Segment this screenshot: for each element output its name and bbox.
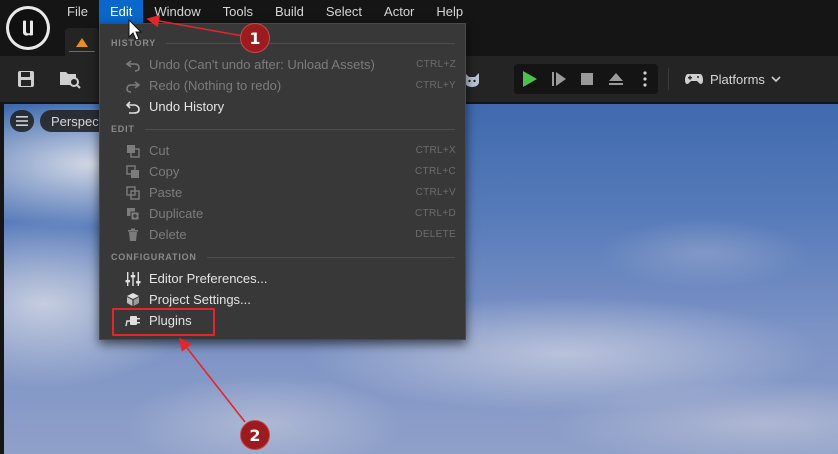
configuration-section-header: CONFIGURATION (111, 251, 455, 263)
platforms-button[interactable]: Platforms (676, 64, 781, 94)
step-forward-icon (551, 72, 566, 86)
edit-section-label: EDIT (111, 124, 135, 134)
shortcut-label: CTRL+C (415, 166, 456, 177)
stop-button[interactable] (575, 64, 601, 94)
menu-item-label: Duplicate (149, 206, 204, 221)
play-options-button[interactable] (632, 64, 658, 94)
menu-select[interactable]: Select (315, 0, 373, 23)
viewport-options-button[interactable] (10, 110, 34, 132)
more-options-icon (643, 71, 647, 87)
menu-item-cut[interactable]: Cut CTRL+X (100, 140, 465, 161)
shortcut-label: CTRL+Y (415, 80, 456, 91)
menu-item-redo[interactable]: Redo (Nothing to redo) CTRL+Y (100, 75, 465, 96)
menu-help[interactable]: Help (425, 0, 474, 23)
edit-section-header: EDIT (111, 123, 455, 135)
menu-item-copy[interactable]: Copy CTRL+C (100, 161, 465, 182)
menu-item-label: Project Settings... (149, 292, 251, 307)
menu-tools[interactable]: Tools (212, 0, 264, 23)
save-button[interactable] (12, 64, 40, 94)
edit-menu-dropdown: HISTORY Undo (Can't undo after: Unload A… (99, 23, 466, 340)
menu-item-label: Copy (149, 164, 180, 179)
shortcut-label: CTRL+Z (416, 59, 456, 70)
chevron-down-icon (771, 76, 781, 83)
copy-icon (125, 164, 141, 180)
menu-build[interactable]: Build (264, 0, 315, 23)
duplicate-icon (125, 206, 141, 222)
gamepad-icon (685, 74, 703, 84)
menu-item-label: Editor Preferences... (149, 271, 268, 286)
folder-search-icon (60, 72, 81, 89)
section-divider (206, 256, 455, 258)
play-controls (514, 64, 658, 94)
redo-icon (125, 78, 141, 94)
project-settings-icon (125, 292, 141, 308)
shortcut-label: DELETE (415, 229, 456, 240)
shortcut-label: CTRL+V (415, 187, 456, 198)
unreal-logo-icon[interactable] (6, 6, 50, 50)
eject-button[interactable] (603, 64, 629, 94)
level-tab-underline (69, 51, 95, 52)
level-icon (76, 38, 88, 47)
section-divider (166, 42, 455, 44)
content-browser-button[interactable] (56, 64, 84, 94)
menu-item-label: Undo (Can't undo after: Unload Assets) (149, 57, 375, 72)
stop-icon (581, 73, 594, 85)
toolbar-divider (668, 68, 669, 90)
menu-file[interactable]: File (56, 0, 99, 23)
menu-item-label: Cut (149, 143, 170, 158)
advance-frame-button[interactable] (546, 64, 572, 94)
hamburger-icon (16, 116, 28, 126)
level-tab[interactable] (65, 28, 99, 56)
plugins-highlight-box (112, 308, 215, 336)
play-icon (522, 71, 537, 87)
play-button[interactable] (517, 64, 543, 94)
history-section-label: HISTORY (111, 38, 157, 48)
menu-item-duplicate[interactable]: Duplicate CTRL+D (100, 203, 465, 224)
menu-item-undo-history[interactable]: Undo History (100, 96, 465, 117)
menu-item-undo[interactable]: Undo (Can't undo after: Unload Assets) C… (100, 54, 465, 75)
history-section-header: HISTORY (111, 37, 455, 49)
eject-icon (609, 73, 624, 85)
step-badge-2: 2 (240, 420, 270, 450)
main-menu-bar: File Edit Window Tools Build Select Acto… (56, 0, 474, 24)
menu-item-delete[interactable]: Delete DELETE (100, 224, 465, 245)
trash-icon (125, 227, 141, 243)
menu-item-label: Paste (149, 185, 183, 200)
shortcut-label: CTRL+X (415, 145, 456, 156)
sliders-icon (125, 271, 141, 287)
paste-icon (125, 185, 141, 201)
cut-icon (125, 143, 141, 159)
configuration-section-label: CONFIGURATION (111, 252, 197, 262)
menu-item-label: Undo History (149, 99, 225, 114)
menu-item-editor-preferences[interactable]: Editor Preferences... (100, 268, 465, 289)
menu-item-label: Delete (149, 227, 187, 242)
menu-window[interactable]: Window (143, 0, 211, 23)
step-badge-1: 1 (240, 23, 270, 53)
menu-item-paste[interactable]: Paste CTRL+V (100, 182, 465, 203)
menu-item-project-settings[interactable]: Project Settings... (100, 289, 465, 310)
shortcut-label: CTRL+D (415, 208, 456, 219)
undo-icon (125, 57, 141, 73)
section-divider (144, 128, 455, 130)
platforms-label: Platforms (710, 71, 765, 87)
menu-item-label: Redo (Nothing to redo) (149, 78, 282, 93)
menu-edit[interactable]: Edit (98, 0, 144, 23)
undo-history-icon (125, 99, 141, 115)
menu-actor[interactable]: Actor (373, 0, 425, 23)
save-icon (18, 71, 34, 87)
